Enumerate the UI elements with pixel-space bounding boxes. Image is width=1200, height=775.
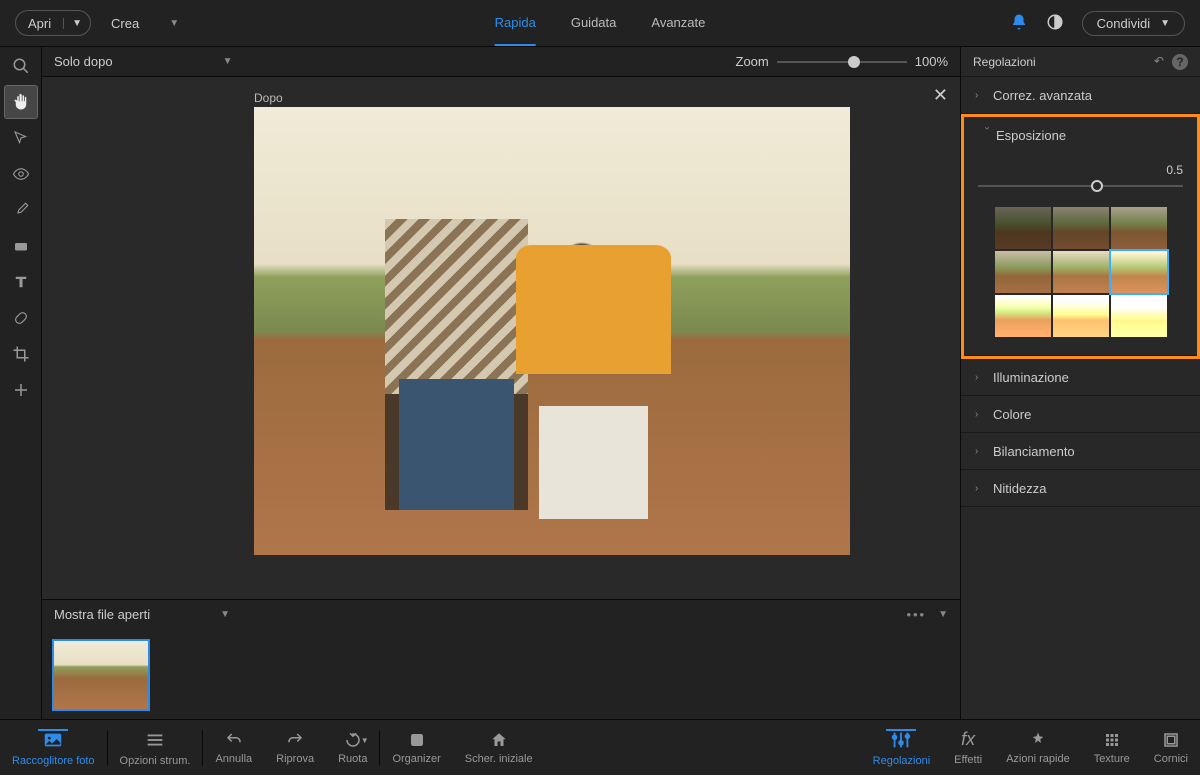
brush-tool[interactable] [4,193,38,227]
open-label: Apri [16,16,63,31]
heal-tool[interactable] [4,301,38,335]
chevron-right-icon: › [975,409,993,420]
canvas-after-label: Dopo [254,91,283,105]
exposure-preset-5[interactable] [1053,251,1109,293]
whiten-tool[interactable] [4,229,38,263]
effects-button[interactable]: fxEffetti [942,720,994,775]
accordion-lighting[interactable]: ›Illuminazione [961,359,1200,395]
chevron-down-icon: › [982,126,993,144]
exposure-preset-3[interactable] [1111,207,1167,249]
files-more-icon[interactable]: ••• [906,607,926,622]
zoom-label: Zoom [736,54,769,69]
notification-icon[interactable] [1010,13,1028,34]
exposure-value: 0.5 [978,163,1183,177]
tab-guidata[interactable]: Guidata [571,1,617,46]
photo-bin-label: Raccoglitore foto [12,755,95,767]
exposure-preset-8[interactable] [1053,295,1109,337]
home-label: Scher. iniziale [465,753,533,765]
open-dropdown-icon[interactable]: ▼ [63,18,90,29]
selection-tool[interactable] [4,121,38,155]
file-thumbnail[interactable] [52,639,150,711]
text-tool[interactable] [4,265,38,299]
help-icon[interactable]: ? [1172,54,1188,70]
create-label: Crea [111,16,139,31]
create-dropdown-icon: ▼ [169,18,179,29]
exposure-preset-6[interactable] [1111,251,1167,293]
lighting-label: Illuminazione [993,370,1069,385]
rotate-button[interactable]: Ruota▼ [326,720,379,775]
sharpness-label: Nitidezza [993,481,1046,496]
chevron-right-icon: › [975,372,993,383]
tool-options-button[interactable]: Opzioni strum. [108,720,203,775]
chevron-right-icon: › [975,483,993,494]
quick-actions-button[interactable]: Azioni rapide [994,720,1082,775]
exposure-preset-1[interactable] [995,207,1051,249]
share-button[interactable]: Condividi ▼ [1082,11,1185,36]
files-dropdown-icon[interactable]: ▼ [220,609,230,620]
zoom-value: 100% [915,54,948,69]
contrast-icon[interactable] [1046,13,1064,34]
accordion-color[interactable]: ›Colore [961,396,1200,432]
balance-label: Bilanciamento [993,444,1075,459]
exposure-label: Esposizione [996,128,1066,143]
show-open-files[interactable]: Mostra file aperti [54,607,150,622]
open-button[interactable]: Apri ▼ [15,10,91,36]
undo-button[interactable]: Annulla [203,720,264,775]
view-mode-select[interactable]: Solo dopo [54,54,113,69]
create-button[interactable]: Crea ▼ [111,16,179,31]
adjustments-label: Regolazioni [873,755,930,767]
chevron-right-icon: › [975,90,993,101]
texture-label: Texture [1094,753,1130,765]
exposure-preset-7[interactable] [995,295,1051,337]
exposure-slider[interactable] [978,185,1183,187]
exposure-preset-9[interactable] [1111,295,1167,337]
panel-title: Regolazioni [973,55,1036,69]
view-mode-dropdown-icon[interactable]: ▼ [223,56,233,67]
zoom-tool[interactable] [4,49,38,83]
exposure-preset-2[interactable] [1053,207,1109,249]
undo-label: Annulla [215,753,252,765]
frames-button[interactable]: Cornici [1142,720,1200,775]
reset-icon[interactable]: ↶ [1154,54,1164,70]
eye-tool[interactable] [4,157,38,191]
hand-tool[interactable] [4,85,38,119]
canvas-area: ✕ Dopo [42,77,960,599]
photo-bin-button[interactable]: Raccoglitore foto [0,720,107,775]
tab-rapida[interactable]: Rapida [495,1,536,46]
accordion-sharpness[interactable]: ›Nitidezza [961,470,1200,506]
accordion-balance[interactable]: ›Bilanciamento [961,433,1200,469]
canvas-image[interactable] [254,107,850,555]
frames-label: Cornici [1154,753,1188,765]
chevron-right-icon: › [975,446,993,457]
rotate-label: Ruota [338,753,367,765]
tab-avanzate[interactable]: Avanzate [651,1,705,46]
home-button[interactable]: Scher. iniziale [453,720,545,775]
accordion-smart-correction[interactable]: › Correz. avanzata [961,77,1200,113]
share-dropdown-icon: ▼ [1160,18,1170,29]
files-chevron-icon[interactable]: ▼ [938,609,948,620]
adjustments-button[interactable]: Regolazioni [861,720,942,775]
accordion-exposure[interactable]: › Esposizione [964,117,1197,153]
tool-options-label: Opzioni strum. [120,755,191,767]
quick-actions-label: Azioni rapide [1006,753,1070,765]
crop-tool[interactable] [4,337,38,371]
redo-button[interactable]: Riprova [264,720,326,775]
move-tool[interactable] [4,373,38,407]
exposure-presets-grid [978,207,1183,337]
redo-label: Riprova [276,753,314,765]
exposure-slider-knob[interactable] [1091,180,1103,192]
organizer-button[interactable]: Organizer [380,720,452,775]
exposure-preset-4[interactable] [995,251,1051,293]
texture-button[interactable]: Texture [1082,720,1142,775]
close-icon[interactable]: ✕ [933,85,948,106]
share-label: Condividi [1097,16,1150,31]
color-label: Colore [993,407,1031,422]
organizer-label: Organizer [392,753,440,765]
zoom-slider[interactable] [777,61,907,63]
zoom-slider-knob[interactable] [848,56,860,68]
effects-label: Effetti [954,754,982,766]
smart-label: Correz. avanzata [993,88,1092,103]
